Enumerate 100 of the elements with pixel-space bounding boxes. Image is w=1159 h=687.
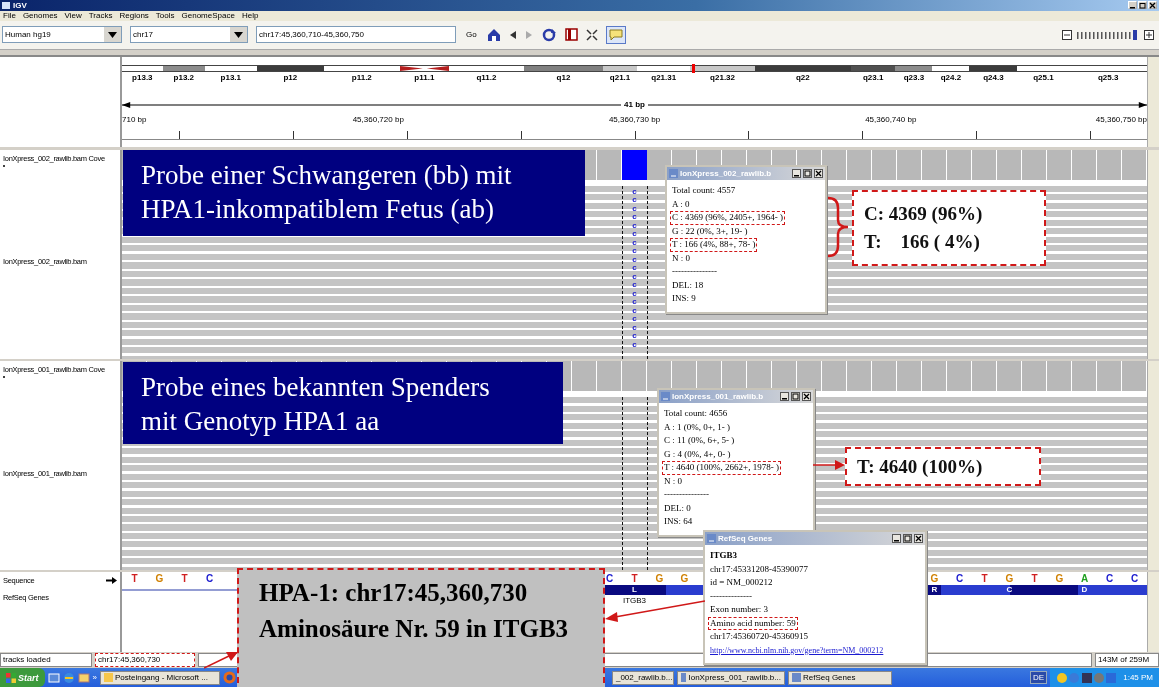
sequence-base: T	[980, 573, 989, 585]
mismatch-base: c	[632, 306, 637, 316]
band-label: p13.1	[220, 72, 242, 82]
count-callout-line: C: 4369 (96%)	[864, 202, 984, 226]
sequence-base: A	[1079, 573, 1090, 585]
mismatch-base: c	[632, 204, 637, 214]
band-label: q11.2	[476, 72, 497, 82]
band-label: p11.1	[414, 72, 435, 82]
mismatch-base: c	[632, 213, 637, 222]
popup-line: Total count: 4557	[671, 184, 737, 197]
sequence-base: G	[154, 573, 165, 585]
band-label: p13.2	[173, 72, 195, 82]
band-label: q23.3	[903, 72, 925, 82]
popup-line: A : 1 (0%, 0+, 1- )	[663, 420, 732, 434]
mismatch-base: c	[632, 247, 637, 256]
mismatch-base: c	[632, 332, 637, 341]
status-message: tracks loaded	[0, 653, 92, 667]
popup-line: ---------------	[663, 488, 710, 501]
popup-line: N : 0	[663, 474, 683, 488]
popup-line: INS: 9	[671, 292, 697, 305]
mismatch-base: c	[632, 298, 637, 307]
popup-line: G : 22 (0%, 3+, 19- )	[671, 224, 749, 238]
popup-line: C : 11 (0%, 6+, 5- )	[663, 434, 736, 447]
count-callout-line: T: 4640 (100%)	[857, 454, 984, 479]
popup-line: Total count: 4656	[663, 407, 729, 420]
band-label: q25.3	[1097, 72, 1119, 82]
popup-line: Exon number: 3	[709, 603, 769, 616]
band-label: q21.31	[651, 72, 677, 82]
mismatch-base: c	[632, 340, 637, 350]
mismatch-base: c	[632, 255, 637, 265]
popup-line: DEL: 18	[671, 278, 705, 292]
popup-line: INS: 64	[663, 515, 694, 528]
sequence-base: G	[929, 573, 940, 585]
annotation-label: Probe eines bekannten Spenders mit Genotyp HPA1 aa	[123, 362, 563, 444]
sequence-base: C	[1129, 573, 1140, 585]
sequence-base: G	[679, 573, 690, 585]
ruler-tick-label: 45,360,740 bp	[865, 114, 917, 124]
ruler-tick-label: 45,360,750 bp	[1095, 114, 1147, 124]
band-label: p11.2	[351, 72, 372, 82]
sequence-base: C	[954, 573, 965, 585]
popup-line: G : 4 (0%, 4+, 0- )	[663, 447, 732, 461]
mismatch-base: c	[632, 272, 637, 282]
mismatch-base: c	[632, 264, 637, 273]
mismatch-base: c	[632, 230, 637, 239]
sequence-base: T	[180, 573, 189, 585]
sequence-base: C	[604, 573, 615, 585]
sequence-base: T	[1030, 573, 1039, 585]
popup-line: chr17:45331208-45390077	[709, 562, 809, 576]
annotation-label: HPA-1: chr17:45,360,730	[259, 578, 529, 608]
band-label: q22	[795, 72, 810, 82]
band-label: q24.3	[983, 72, 1004, 82]
band-label: q12	[556, 72, 571, 82]
ruler-tick-label: 45,360,720 bp	[352, 114, 404, 124]
amino-acid-label: C	[1005, 585, 1014, 596]
ruler-tick-label: 710 bp	[122, 114, 147, 124]
annotation-label: Aminosäure Nr. 59 in ITGB3	[259, 614, 570, 644]
popup-line: ITGB3	[709, 549, 738, 562]
popup-line: id = NM_000212	[709, 576, 774, 589]
sequence-base: T	[630, 573, 639, 585]
popup-line: --------------	[709, 589, 753, 603]
status-locus: chr17:45,360,730	[95, 653, 195, 667]
window-title: IGV	[13, 1, 27, 10]
sequence-base: G	[654, 573, 665, 585]
popup-line: N : 0	[671, 251, 691, 265]
ruler-tick-label: 45,360,730 bp	[608, 114, 661, 124]
annotation-label: Probe einer Schwangeren (bb) mit HPA1-inkompatiblem Fetus (ab)	[123, 150, 585, 236]
popup-line: A : 0	[671, 197, 691, 211]
band-label: p13.3	[132, 72, 153, 82]
band-label: q25.1	[1033, 72, 1054, 82]
band-label: q21.1	[609, 72, 631, 82]
popup-title: IonXpress_001_rawlib.b	[672, 392, 765, 401]
band-label: q23.1	[862, 72, 884, 82]
mismatch-base: c	[632, 196, 637, 205]
mismatch-base: c	[632, 315, 637, 324]
clock: 1:45 PM	[1123, 673, 1153, 682]
gene-name: ITGB3	[621, 596, 648, 606]
popup-line: chr17:45360720-45360915	[709, 630, 809, 643]
amino-acid-label: L	[631, 585, 638, 596]
count-callout-line: T: 166 ( 4%)	[864, 230, 981, 254]
sequence-base: T	[130, 573, 139, 585]
popup-line: DEL: 0	[663, 501, 692, 515]
sequence-base: G	[1004, 573, 1015, 585]
amino-acid-label: D	[1080, 585, 1089, 596]
mismatch-base: c	[632, 238, 637, 248]
sequence-base: G	[1054, 573, 1065, 585]
mismatch-base: c	[632, 281, 637, 290]
mismatch-base: c	[632, 187, 637, 197]
sequence-base: C	[204, 573, 215, 585]
mismatch-base: c	[632, 221, 637, 231]
band-label: q21.32	[710, 72, 735, 82]
sequence-base: C	[1104, 573, 1115, 585]
popup-line: ---------------	[671, 265, 718, 278]
mismatch-base: c	[632, 289, 637, 299]
mismatch-base: c	[632, 323, 637, 333]
span-label: 41 bp	[621, 100, 648, 110]
popup-title: IonXpress_002_rawlib.b	[680, 169, 773, 178]
band-label: q24.2	[940, 72, 962, 82]
band-label: p12	[283, 72, 298, 82]
memory-status: 143M of 259M	[1095, 653, 1159, 667]
popup-title: RefSeq Genes	[718, 534, 774, 543]
